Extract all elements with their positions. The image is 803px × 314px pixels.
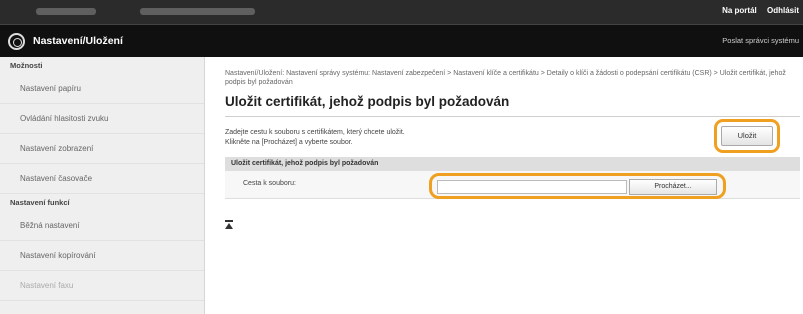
top-bar: Na portál Odhlásit: [0, 0, 803, 24]
instructions: Zadejte cestu k souboru s certifikátem, …: [225, 128, 405, 148]
logout-link[interactable]: Odhlásit: [767, 6, 799, 15]
settings-icon: [8, 33, 25, 50]
blurred-product-name: [36, 8, 96, 15]
sidebar-item-timer[interactable]: Nastavení časovače: [0, 164, 204, 194]
browse-button[interactable]: Procházet...: [629, 179, 717, 195]
sidebar-group-functions: Nastavení funkcí: [10, 198, 70, 207]
file-path-input[interactable]: [437, 180, 627, 194]
sidebar-item-paper[interactable]: Nastavení papíru: [0, 74, 204, 104]
breadcrumb: Nastavení/Uložení: Nastavení správy syst…: [225, 70, 786, 86]
save-button[interactable]: Uložit: [721, 126, 773, 146]
file-path-highlight: Procházet...: [429, 173, 726, 199]
blurred-device-name: [140, 8, 255, 15]
send-to-admin-link[interactable]: Poslat správci systému: [722, 36, 799, 45]
file-path-row: Cesta k souboru: Procházet...: [225, 171, 800, 199]
main-content: Nastavení/Uložení: Nastavení správy syst…: [205, 57, 803, 314]
sidebar-item-fax[interactable]: Nastavení faxu: [0, 271, 204, 301]
divider: [225, 116, 800, 117]
portal-link[interactable]: Na portál: [722, 6, 757, 15]
sidebar-item-copy[interactable]: Nastavení kopírování: [0, 241, 204, 271]
instruction-line-2: Klikněte na [Procházet] a vyberte soubor…: [225, 139, 353, 146]
page-heading: Uložit certifikát, jehož podpis byl poža…: [225, 94, 510, 109]
sidebar-item-volume[interactable]: Ovládání hlasitosti zvuku: [0, 104, 204, 134]
page-title: Nastavení/Uložení: [33, 35, 123, 47]
save-button-highlight: Uložit: [714, 119, 780, 153]
sidebar: Možnosti Nastavení papíru Ovládání hlasi…: [0, 57, 205, 314]
instruction-line-1: Zadejte cestu k souboru s certifikátem, …: [225, 129, 405, 136]
sidebar-item-display[interactable]: Nastavení zobrazení: [0, 134, 204, 164]
top-links: Na portál Odhlásit: [714, 6, 799, 15]
section-header: Uložit certifikát, jehož podpis byl poža…: [225, 157, 800, 171]
file-path-label: Cesta k souboru:: [243, 180, 296, 187]
title-bar: Nastavení/Uložení Poslat správci systému: [0, 24, 803, 57]
sidebar-group-options: Možnosti: [10, 61, 43, 70]
back-to-top-icon[interactable]: [225, 220, 233, 229]
sidebar-item-common[interactable]: Běžná nastavení: [0, 211, 204, 241]
